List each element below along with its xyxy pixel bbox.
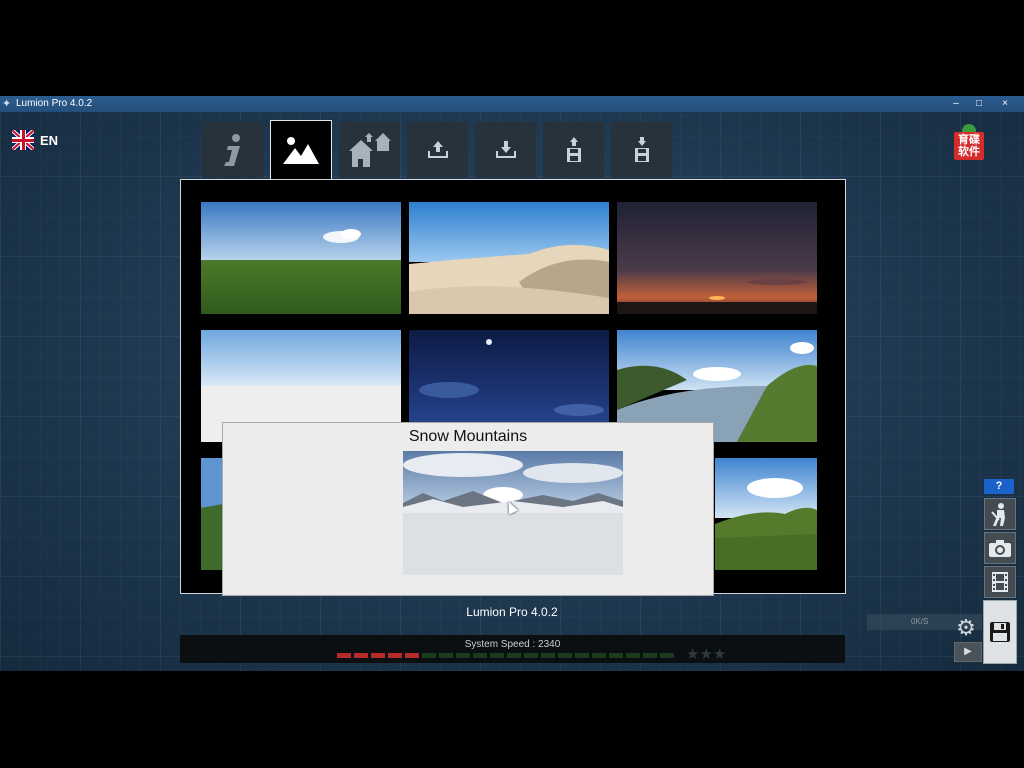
tab-save-scene[interactable]	[611, 122, 672, 178]
speed-led	[507, 653, 521, 658]
speed-led	[388, 653, 402, 658]
gear-icon[interactable]: ⚙	[954, 616, 978, 640]
info-icon	[223, 134, 240, 166]
landscape-thumb-desert[interactable]	[409, 202, 609, 314]
lumion-app-icon: ✦	[2, 98, 12, 110]
tab-info[interactable]	[202, 122, 263, 178]
download-icon	[495, 141, 516, 158]
close-button[interactable]: ×	[994, 96, 1016, 112]
publisher-logo: 育碟 软件	[954, 124, 984, 160]
main-tab-bar	[202, 120, 672, 179]
logo-text-line2: 软件	[958, 146, 980, 158]
tab-load-scene[interactable]	[543, 122, 604, 178]
landscape-preview-popup: Snow Mountains	[222, 422, 714, 596]
speed-led	[490, 653, 504, 658]
window-title: Lumion Pro 4.0.2	[16, 98, 93, 109]
tab-import[interactable]	[407, 122, 468, 178]
floppy-disk-icon	[990, 622, 1010, 642]
language-selector[interactable]: EN	[12, 128, 58, 152]
speed-rating-stars: ★★★	[686, 646, 727, 663]
play-button[interactable]: ▶	[954, 642, 982, 662]
system-speed-bar: System Speed : 2340 ★★★	[180, 635, 845, 663]
landscape-thumb-snow-left[interactable]	[201, 458, 223, 570]
worker-icon	[991, 503, 1005, 526]
speed-led	[337, 653, 351, 658]
load-disk-icon	[566, 137, 581, 162]
speed-meter	[337, 653, 674, 658]
speed-led	[541, 653, 555, 658]
save-button[interactable]	[983, 600, 1017, 664]
tab-export[interactable]	[475, 122, 536, 178]
tab-landscape[interactable]	[270, 120, 332, 179]
photo-mode-button[interactable]	[984, 532, 1016, 564]
speed-led	[575, 653, 589, 658]
uk-flag-icon	[12, 130, 34, 150]
minimize-button[interactable]: –	[945, 96, 967, 112]
movie-mode-button[interactable]	[984, 566, 1016, 598]
speed-led	[422, 653, 436, 658]
lumion-window: ✦ Lumion Pro 4.0.2 – □ × EN 育碟 软件 Snow M…	[0, 96, 1024, 671]
speed-led	[439, 653, 453, 658]
help-button[interactable]: ?	[984, 479, 1014, 494]
speed-led	[524, 653, 538, 658]
speed-led	[643, 653, 657, 658]
logo-text-line1: 育碟	[958, 134, 980, 146]
speed-led	[371, 653, 385, 658]
speed-led	[592, 653, 606, 658]
popup-title: Snow Mountains	[408, 428, 528, 445]
film-icon	[992, 572, 1008, 592]
tab-example-scenes[interactable]	[339, 122, 400, 178]
system-speed-label: System Speed : 2340	[464, 639, 561, 650]
upload-icon	[427, 141, 448, 158]
speed-led	[456, 653, 470, 658]
mountain-icon	[283, 137, 319, 164]
landscape-thumb-hills[interactable]	[715, 458, 817, 570]
camera-icon	[989, 540, 1011, 557]
build-mode-button[interactable]	[984, 498, 1016, 530]
speed-led	[626, 653, 640, 658]
speed-led	[609, 653, 623, 658]
speed-led	[405, 653, 419, 658]
landscape-thumb-sunset[interactable]	[617, 202, 817, 314]
speed-led	[473, 653, 487, 658]
maximize-button[interactable]: □	[968, 96, 990, 112]
houses-icon	[348, 133, 391, 167]
transfer-rate: 0K/S	[911, 617, 929, 626]
speed-led	[354, 653, 368, 658]
speed-led	[558, 653, 572, 658]
landscape-thumb-grassland[interactable]	[201, 202, 401, 314]
title-bar: ✦ Lumion Pro 4.0.2 – □ ×	[0, 96, 1024, 112]
speed-led	[660, 653, 674, 658]
save-disk-icon	[634, 137, 649, 162]
language-label: EN	[40, 132, 59, 148]
snow-mountains-preview[interactable]	[403, 451, 623, 575]
